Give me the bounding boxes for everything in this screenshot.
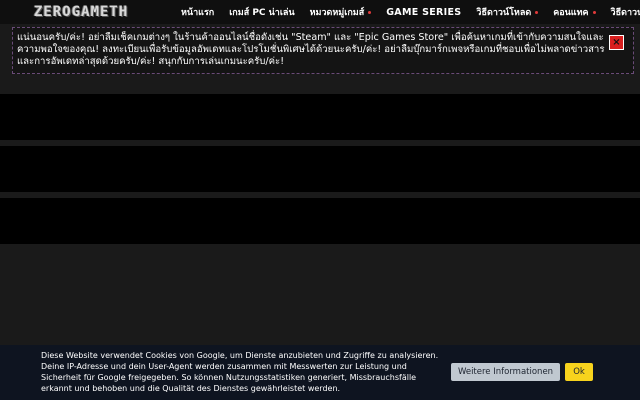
- menu-item-how-to-download[interactable]: วิธีดาวน์โหลด: [476, 5, 539, 19]
- menu-item-contact[interactable]: คอนแทค: [553, 5, 596, 19]
- content-band: [0, 94, 640, 140]
- menu-item-label: เกมส์ PC น่าเล่น: [229, 8, 295, 18]
- main-menu: หน้าแรก เกมส์ PC น่าเล่น หมวดหมู่เกมส์ G…: [181, 0, 640, 24]
- content-band: [0, 198, 640, 244]
- menu-item-label: หน้าแรก: [181, 8, 215, 18]
- menu-item-game-series[interactable]: GAME SERIES: [386, 7, 461, 18]
- menu-item-label: วิธีดาวน์โหลด: [610, 8, 640, 18]
- close-icon[interactable]: ×: [609, 35, 624, 50]
- top-navigation: ZEROGAMETH หน้าแรก เกมส์ PC น่าเล่น หมวด…: [0, 0, 640, 24]
- content-band: [0, 146, 640, 192]
- cookie-text: Diese Website verwendet Cookies von Goog…: [41, 351, 439, 393]
- dropdown-dot-icon: [368, 10, 372, 14]
- ok-button[interactable]: Ok: [565, 363, 593, 381]
- menu-item-label: หมวดหมู่เกมส์: [309, 8, 365, 18]
- dropdown-dot-icon: [592, 10, 596, 14]
- menu-item-categories[interactable]: หมวดหมู่เกมส์: [310, 5, 372, 19]
- dropdown-dot-icon: [535, 10, 539, 14]
- site-logo[interactable]: ZEROGAMETH: [34, 4, 128, 20]
- menu-item-label: GAME SERIES: [386, 6, 462, 18]
- menu-item-home[interactable]: หน้าแรก: [181, 5, 214, 19]
- menu-item-label: คอนแทค: [553, 8, 589, 18]
- more-info-button[interactable]: Weitere Informationen: [451, 363, 560, 381]
- menu-item-how-to-download-2[interactable]: วิธีดาวน์โหลด: [611, 5, 640, 19]
- notice-text: แน่นอนครับ/ค่ะ! อย่าลืมเช็คเกมต่างๆ ในร้…: [17, 32, 605, 67]
- menu-item-pc-games[interactable]: เกมส์ PC น่าเล่น: [229, 5, 294, 19]
- notice-box: แน่นอนครับ/ค่ะ! อย่าลืมเช็คเกมต่างๆ ในร้…: [12, 27, 634, 74]
- menu-item-label: วิธีดาวน์โหลด: [476, 8, 532, 18]
